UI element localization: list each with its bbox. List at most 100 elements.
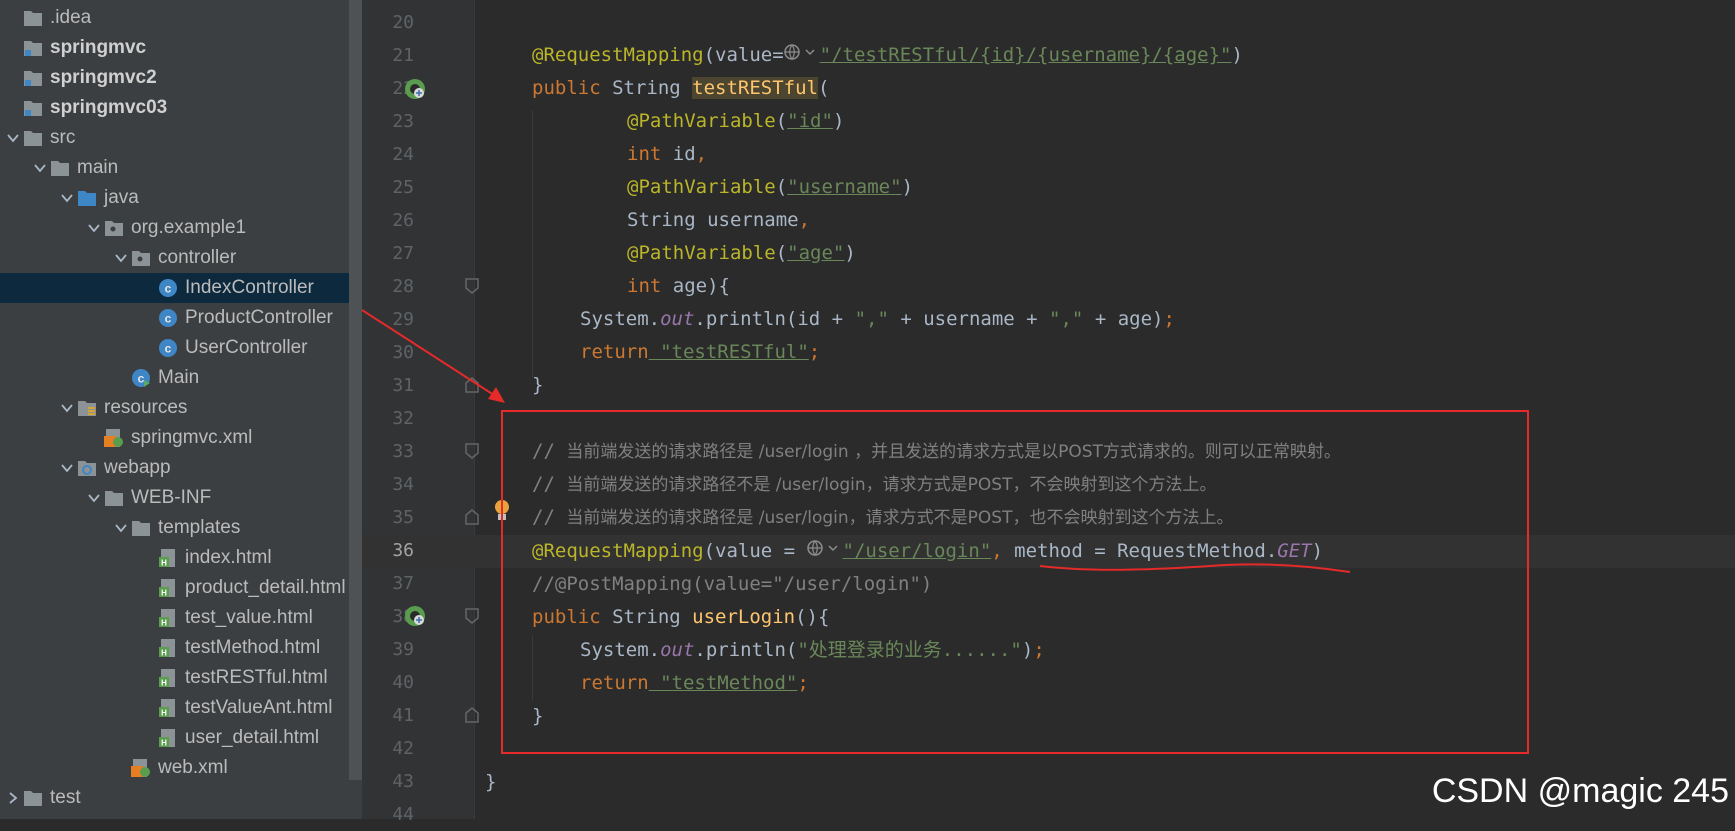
code-line-31[interactable]: } xyxy=(532,369,543,402)
module-icon xyxy=(22,67,44,89)
chevron-down-icon[interactable] xyxy=(112,243,130,273)
fold-marker-icon[interactable] xyxy=(465,608,479,624)
fold-marker-icon[interactable] xyxy=(465,278,479,294)
spring-mapping-icon[interactable] xyxy=(404,78,426,100)
chevron-down-icon[interactable] xyxy=(85,213,103,243)
fold-marker-icon[interactable] xyxy=(465,707,479,723)
tree-item-label: testMethod.html xyxy=(185,637,321,658)
tree-item-main[interactable]: main xyxy=(0,153,349,183)
class-icon: c xyxy=(157,337,179,359)
tree-item-springmvc[interactable]: springmvc xyxy=(0,33,349,63)
folder-icon xyxy=(22,787,44,809)
package-icon xyxy=(103,217,125,239)
tree-item-java[interactable]: java xyxy=(0,183,349,213)
line-number: 35 xyxy=(392,507,414,528)
source-folder-icon xyxy=(76,187,98,209)
html-file-icon: H xyxy=(157,637,179,659)
tree-item-user-detail-html[interactable]: Huser_detail.html xyxy=(0,723,349,753)
code-line-43[interactable]: } xyxy=(485,766,496,799)
tree-item-label: test_value.html xyxy=(185,607,313,628)
code-line-24[interactable]: int id, xyxy=(627,138,707,171)
tree-item-main[interactable]: c Main xyxy=(0,363,349,393)
tree-item-resources[interactable]: resources xyxy=(0,393,349,423)
chevron-down-icon[interactable] xyxy=(4,123,22,153)
tree-item-label: UserController xyxy=(185,337,308,358)
code-line-21[interactable]: @RequestMapping(value= "/testRESTful/{id}… xyxy=(532,39,1243,72)
line-number: 33 xyxy=(392,441,414,462)
module-icon xyxy=(22,97,44,119)
line-number: 23 xyxy=(392,111,414,132)
tree-item-springmvc-xml[interactable]: springmvc.xml xyxy=(0,423,349,453)
svg-text:c: c xyxy=(165,342,172,356)
code-line-28[interactable]: int age){ xyxy=(627,270,730,303)
chevron-down-icon[interactable] xyxy=(58,183,76,213)
code-line-26[interactable]: String username, xyxy=(627,204,810,237)
tree-item-webapp[interactable]: webapp xyxy=(0,453,349,483)
line-number: 40 xyxy=(392,672,414,693)
tree-item-test-value-html[interactable]: Htest_value.html xyxy=(0,603,349,633)
tree-item-testvalueant-html[interactable]: HtestValueAnt.html xyxy=(0,693,349,723)
tree-item-label: springmvc2 xyxy=(50,67,157,88)
tree-item-label: product_detail.html xyxy=(185,577,346,598)
tree-item-product-detail-html[interactable]: Hproduct_detail.html xyxy=(0,573,349,603)
chevron-down-icon[interactable] xyxy=(31,153,49,183)
tree-item-indexcontroller[interactable]: c IndexController xyxy=(0,273,349,303)
code-line-23[interactable]: @PathVariable("id") xyxy=(627,105,844,138)
tree-item-usercontroller[interactable]: c UserController xyxy=(0,333,349,363)
code-line-27[interactable]: @PathVariable("age") xyxy=(627,237,856,270)
code-line-29[interactable]: System.out.println(id + "," + username +… xyxy=(580,303,1175,336)
svg-text:c: c xyxy=(165,282,172,296)
line-number: 20 xyxy=(392,12,414,33)
tree-item-label: org.example1 xyxy=(131,217,247,238)
tree-item-productcontroller[interactable]: c ProductController xyxy=(0,303,349,333)
chevron-down-icon[interactable] xyxy=(58,393,76,423)
svg-text:H: H xyxy=(161,589,167,598)
chevron-down-icon[interactable] xyxy=(85,483,103,513)
line-number: 25 xyxy=(392,177,414,198)
code-line-22[interactable]: public String testRESTful( xyxy=(532,72,829,105)
html-file-icon: H xyxy=(157,577,179,599)
tree-item-src[interactable]: src xyxy=(0,123,349,153)
project-tree-scrollbar[interactable] xyxy=(349,0,362,780)
handwritten-underline xyxy=(1039,563,1351,573)
resources-folder-icon xyxy=(76,397,98,419)
fold-marker-icon[interactable] xyxy=(465,509,479,525)
tree-item-springmvc2[interactable]: springmvc2 xyxy=(0,63,349,93)
line-number: 27 xyxy=(392,243,414,264)
chevron-right-icon[interactable] xyxy=(4,783,22,813)
globe-inlay-icon[interactable] xyxy=(783,39,820,72)
tree-item-idea[interactable]: .idea xyxy=(0,3,349,33)
spring-mapping-icon[interactable] xyxy=(404,605,426,627)
tree-item-label: web.xml xyxy=(158,757,228,778)
tree-item-testmethod-html[interactable]: HtestMethod.html xyxy=(0,633,349,663)
tree-item-web-inf[interactable]: WEB-INF xyxy=(0,483,349,513)
line-number: 42 xyxy=(392,738,414,759)
tree-item-springmvc03[interactable]: springmvc03 xyxy=(0,93,349,123)
tree-item-web-xml[interactable]: web.xml xyxy=(0,753,349,783)
tree-item-org-example1[interactable]: org.example1 xyxy=(0,213,349,243)
tree-item-testrestful-html[interactable]: HtestRESTful.html xyxy=(0,663,349,693)
code-line-25[interactable]: @PathVariable("username") xyxy=(627,171,913,204)
folder-icon xyxy=(130,517,152,539)
class-icon: c xyxy=(157,277,179,299)
tree-item-templates[interactable]: templates xyxy=(0,513,349,543)
html-file-icon: H xyxy=(157,547,179,569)
tree-item-label: ProductController xyxy=(185,307,333,328)
line-number: 26 xyxy=(392,210,414,231)
tree-item-index-html[interactable]: Hindex.html xyxy=(0,543,349,573)
chevron-down-icon[interactable] xyxy=(58,453,76,483)
tree-item-label: IndexController xyxy=(185,277,314,298)
chevron-down-icon[interactable] xyxy=(112,513,130,543)
line-number: 21 xyxy=(392,45,414,66)
watermark: CSDN @magic 245 xyxy=(1431,772,1729,810)
code-line-30[interactable]: return "testRESTful"; xyxy=(580,336,820,369)
tree-item-controller[interactable]: controller xyxy=(0,243,349,273)
fold-marker-icon[interactable] xyxy=(465,443,479,459)
tree-item-test[interactable]: test xyxy=(0,783,349,813)
